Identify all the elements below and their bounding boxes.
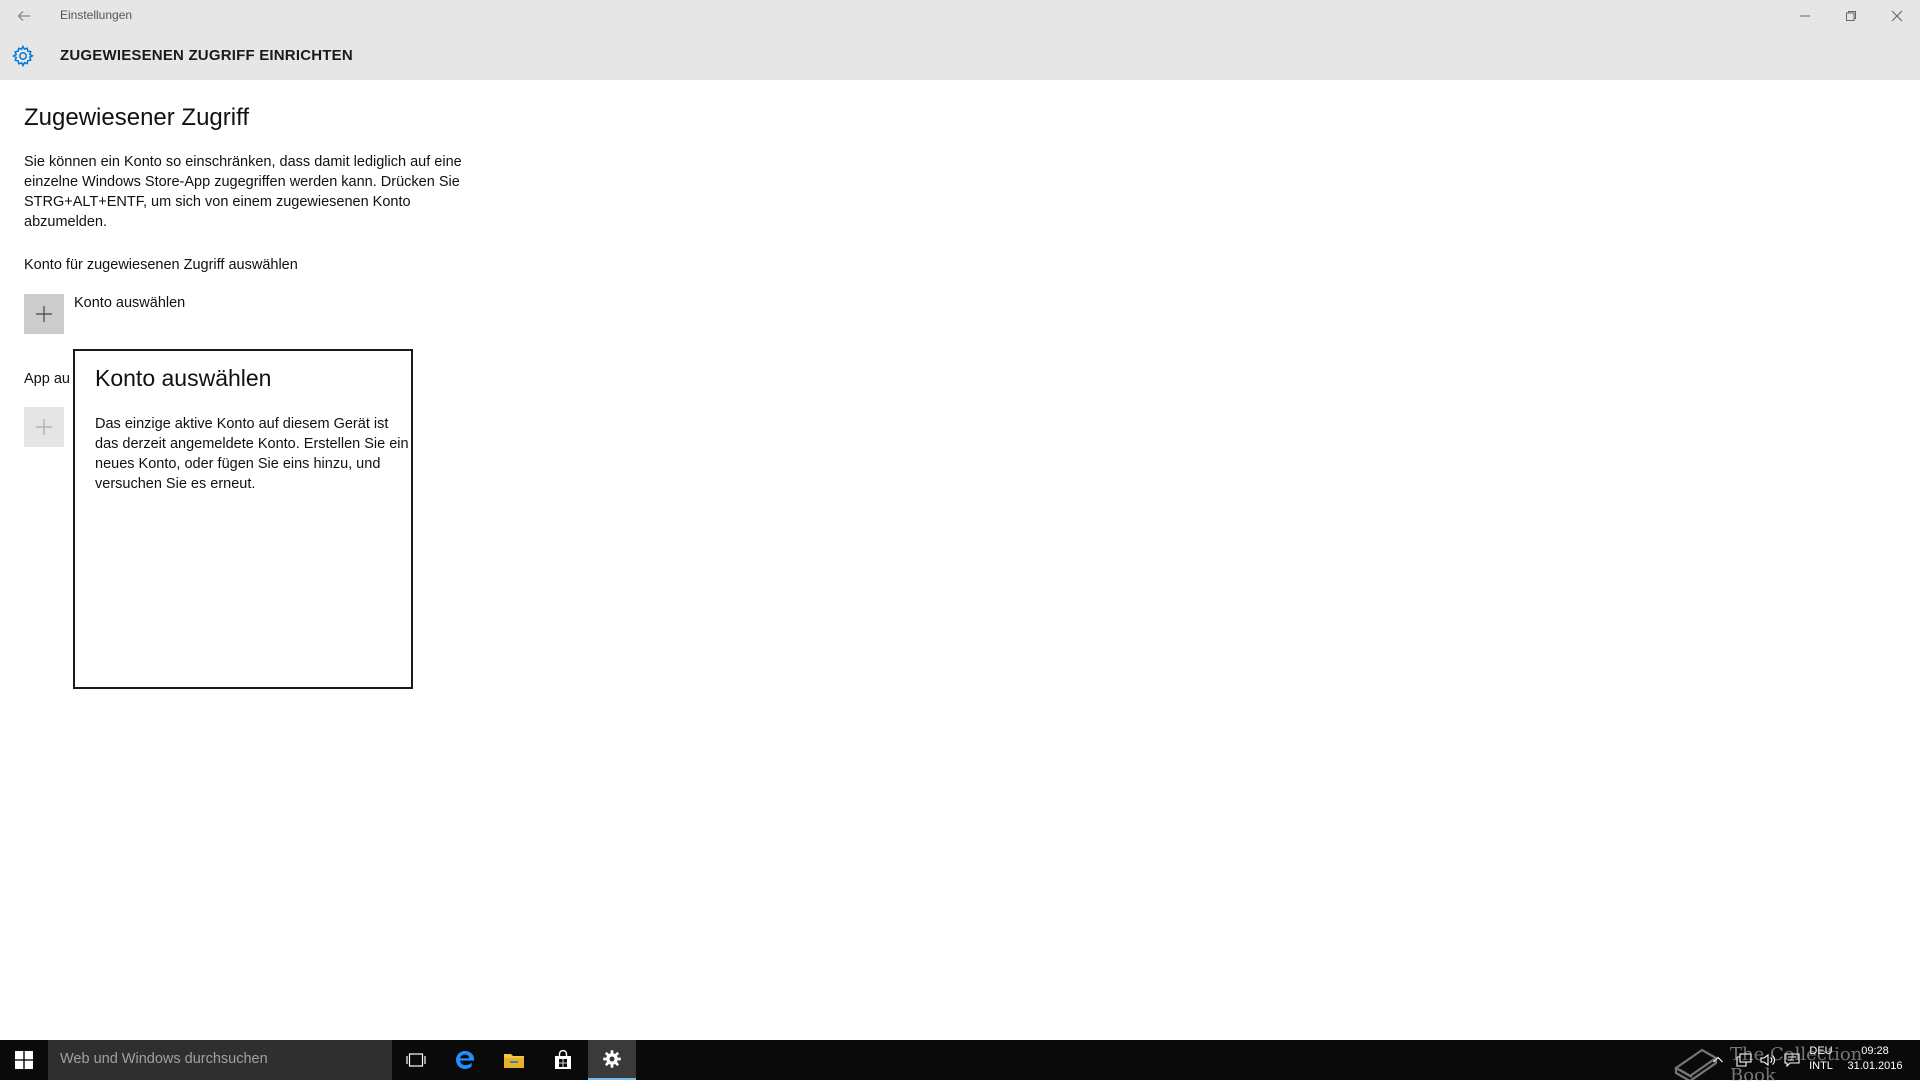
app-title: Einstellungen: [60, 8, 133, 22]
close-button[interactable]: [1874, 0, 1920, 32]
choose-account-button[interactable]: [24, 294, 64, 334]
watermark: The Collection Book: [1670, 1038, 1900, 1086]
account-section-label: Konto für zugewiesenen Zugriff auswählen: [24, 257, 298, 273]
settings-button[interactable]: [588, 1040, 636, 1080]
restore-button[interactable]: [1828, 0, 1874, 32]
title-and-header-band: [0, 0, 1920, 80]
taskbar: Web und Windows durchsuchen DEU INTL 09:…: [0, 1040, 1920, 1080]
start-button[interactable]: [0, 1040, 48, 1080]
task-view-icon: [406, 1053, 426, 1067]
flyout-title: Konto auswählen: [95, 365, 272, 391]
book-logo-icon: [1673, 1048, 1719, 1083]
choose-app-button: [24, 407, 64, 447]
plus-icon: [36, 419, 52, 435]
back-arrow-icon[interactable]: [14, 6, 34, 26]
page-description: Sie können ein Konto so einschränken, da…: [24, 154, 462, 230]
restore-icon: [1846, 11, 1856, 21]
store-icon: [555, 1050, 571, 1069]
close-icon: [1891, 10, 1903, 22]
choose-account-label[interactable]: Konto auswählen: [74, 295, 185, 311]
page-title: Zugewiesener Zugriff: [24, 104, 249, 131]
page-header-title: ZUGEWIESENEN ZUGRIFF EINRICHTEN: [60, 47, 353, 64]
edge-button[interactable]: [441, 1040, 489, 1080]
file-explorer-button[interactable]: [490, 1040, 538, 1080]
store-button[interactable]: [539, 1040, 587, 1080]
settings-icon: [603, 1050, 621, 1068]
windows-logo-icon: [15, 1051, 33, 1069]
app-section-label: App au: [24, 371, 70, 387]
choose-account-flyout[interactable]: Konto auswählen Das einzige aktive Konto…: [73, 349, 413, 689]
edge-icon: [456, 1051, 475, 1069]
minimize-icon: [1800, 15, 1810, 17]
search-box[interactable]: Web und Windows durchsuchen: [48, 1040, 392, 1080]
plus-icon: [36, 306, 52, 322]
search-placeholder: Web und Windows durchsuchen: [60, 1051, 268, 1067]
task-view-button[interactable]: [392, 1040, 440, 1080]
file-explorer-icon: [504, 1054, 524, 1068]
minimize-button[interactable]: [1782, 0, 1828, 32]
gear-icon: [11, 44, 35, 68]
flyout-message: Das einzige aktive Konto auf diesem Gerä…: [95, 416, 409, 492]
